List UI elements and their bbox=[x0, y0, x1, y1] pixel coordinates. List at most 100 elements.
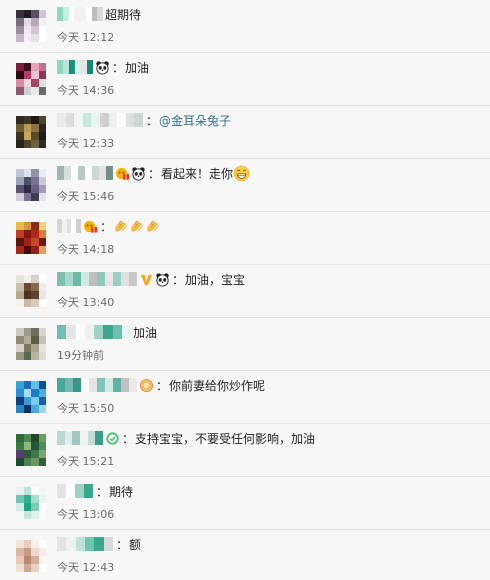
avatar-pixel bbox=[16, 132, 24, 140]
avatar-pixel bbox=[23, 63, 31, 71]
username-pixel bbox=[117, 113, 126, 127]
avatar[interactable] bbox=[16, 10, 46, 42]
avatar-pixel bbox=[31, 26, 39, 34]
username-pixel bbox=[76, 219, 81, 233]
comment-row: ： 今天 14:18 bbox=[0, 212, 490, 265]
username-pixel bbox=[106, 166, 113, 180]
avatar-pixel bbox=[31, 193, 39, 201]
avatar-pixel bbox=[23, 381, 31, 389]
avatar-pixel bbox=[31, 238, 39, 246]
username-mosaic[interactable] bbox=[57, 272, 137, 286]
comment-text: 期待 bbox=[109, 484, 134, 499]
avatar-pixel bbox=[23, 487, 31, 495]
avatar-pixel bbox=[23, 124, 31, 132]
comment-line: ： bbox=[57, 216, 161, 236]
avatar-pixel bbox=[31, 352, 39, 360]
comment-line: ：加油 bbox=[57, 57, 149, 77]
username-pixel bbox=[75, 484, 84, 498]
avatar-pixel bbox=[16, 564, 24, 572]
avatar-pixel bbox=[38, 564, 46, 572]
avatar-pixel bbox=[23, 442, 31, 450]
gift-icon bbox=[115, 166, 130, 181]
avatar-pixel bbox=[16, 140, 24, 148]
username-pixel bbox=[97, 7, 103, 21]
username-pixel bbox=[91, 113, 100, 127]
username-pixel bbox=[84, 325, 94, 339]
username-pixel bbox=[78, 166, 85, 180]
timestamp: 今天 15:46 bbox=[57, 190, 115, 203]
username-pixel bbox=[103, 325, 113, 339]
separator: ： bbox=[122, 431, 135, 446]
username-pixel bbox=[89, 378, 97, 392]
avatar-pixel bbox=[16, 291, 24, 299]
avatar-pixel bbox=[38, 71, 46, 79]
username-pixel bbox=[121, 272, 129, 286]
avatar[interactable] bbox=[16, 116, 46, 148]
vip-v-icon bbox=[139, 272, 154, 287]
username-mosaic[interactable] bbox=[57, 219, 81, 233]
avatar-pixel bbox=[16, 246, 24, 254]
avatar-pixel bbox=[16, 34, 24, 42]
avatar-pixel bbox=[31, 10, 39, 18]
separator: ： bbox=[96, 484, 109, 499]
username-pixel bbox=[75, 537, 85, 551]
username-mosaic[interactable] bbox=[57, 325, 131, 339]
username-pixel bbox=[113, 272, 121, 286]
mention-link[interactable]: @金耳朵兔子 bbox=[159, 112, 231, 129]
username-mosaic[interactable] bbox=[57, 537, 113, 551]
username-pixel bbox=[134, 113, 143, 127]
avatar-pixel bbox=[38, 246, 46, 254]
username-mosaic[interactable] bbox=[57, 113, 143, 127]
avatar[interactable] bbox=[16, 328, 46, 360]
username-pixel bbox=[105, 272, 113, 286]
avatar[interactable] bbox=[16, 434, 46, 466]
comment-line: ：加油，宝宝 bbox=[57, 269, 245, 289]
avatar[interactable] bbox=[16, 540, 46, 572]
username-pixel bbox=[57, 537, 67, 551]
avatar-pixel bbox=[38, 442, 46, 450]
comment-row: ：期待 今天 13:06 bbox=[0, 477, 490, 530]
separator: ： bbox=[172, 272, 185, 287]
username-mosaic[interactable] bbox=[57, 60, 93, 74]
username-mosaic[interactable] bbox=[57, 378, 137, 392]
avatar[interactable] bbox=[16, 275, 46, 307]
separator: ： bbox=[148, 166, 161, 181]
avatar[interactable] bbox=[16, 222, 46, 254]
avatar-pixel bbox=[31, 503, 39, 511]
username-mosaic[interactable] bbox=[57, 7, 103, 21]
gift-icon bbox=[83, 219, 98, 234]
avatar-pixel bbox=[23, 26, 31, 34]
avatar-pixel bbox=[23, 540, 31, 548]
username-pixel bbox=[99, 113, 109, 127]
avatar[interactable] bbox=[16, 169, 46, 201]
username-mosaic[interactable] bbox=[57, 431, 103, 445]
avatar-pixel bbox=[38, 556, 46, 564]
comment-line: ： @金耳朵兔子 bbox=[57, 110, 231, 130]
username-pixel bbox=[65, 113, 75, 127]
avatar-pixel bbox=[31, 116, 39, 124]
avatar[interactable] bbox=[16, 487, 46, 519]
avatar-pixel bbox=[16, 381, 24, 389]
avatar-pixel bbox=[16, 238, 24, 246]
avatar-pixel bbox=[38, 34, 46, 42]
comment-row: ：额今天 12:43 bbox=[0, 530, 490, 580]
avatar-pixel bbox=[31, 169, 39, 177]
username-pixel bbox=[99, 166, 106, 180]
avatar[interactable] bbox=[16, 63, 46, 95]
username-pixel bbox=[112, 325, 122, 339]
avatar-pixel bbox=[38, 87, 46, 95]
medal-icon bbox=[139, 378, 154, 393]
avatar-pixel bbox=[38, 397, 46, 405]
avatar-pixel bbox=[23, 503, 31, 511]
username-mosaic[interactable] bbox=[57, 484, 93, 498]
username-mosaic[interactable] bbox=[57, 166, 113, 180]
avatar-pixel bbox=[38, 434, 46, 442]
avatar-pixel bbox=[23, 18, 31, 26]
avatar-pixel bbox=[31, 548, 39, 556]
avatar-pixel bbox=[23, 299, 31, 307]
avatar[interactable] bbox=[16, 381, 46, 413]
username-pixel bbox=[121, 378, 129, 392]
timestamp: 今天 12:12 bbox=[57, 31, 115, 44]
avatar-pixel bbox=[16, 442, 24, 450]
avatar-pixel bbox=[16, 275, 24, 283]
